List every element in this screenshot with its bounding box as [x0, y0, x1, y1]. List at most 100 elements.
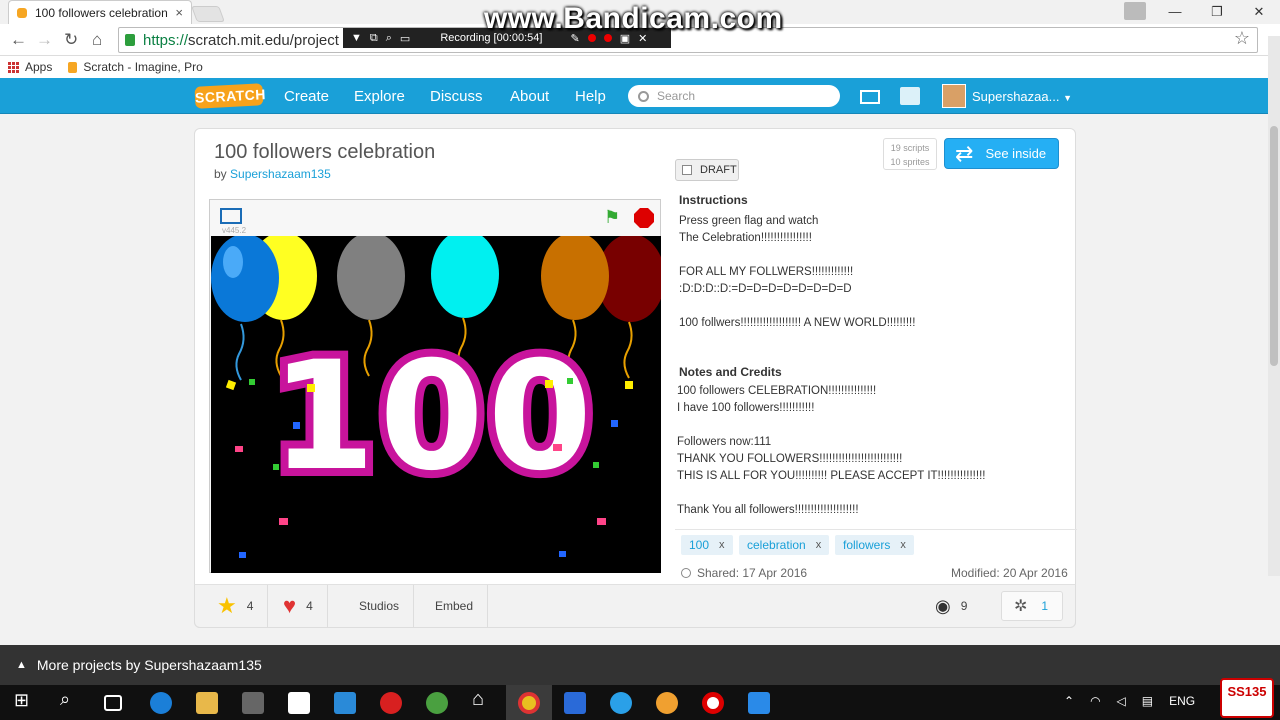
window-controls: — ❐ ✕: [1154, 0, 1280, 24]
project-counts: 19 scripts 10 sprites: [883, 138, 937, 170]
home-app-icon[interactable]: ⌂: [472, 688, 494, 710]
stage-scene: 100: [211, 230, 665, 558]
bookmark-scratch[interactable]: Scratch - Imagine, Pro: [68, 60, 203, 74]
author-link[interactable]: Supershazaam135: [230, 167, 331, 181]
volume-icon[interactable]: ◁: [1117, 694, 1126, 708]
tag-celebration[interactable]: celebration x: [739, 535, 830, 555]
scrollbar-thumb[interactable]: [1270, 126, 1278, 366]
tab-close-icon[interactable]: ×: [175, 5, 183, 20]
recorder-app-icon[interactable]: [702, 692, 724, 714]
see-inside-button[interactable]: ⇄ See inside: [944, 138, 1059, 169]
checkbox-icon: [682, 165, 692, 175]
nav-help[interactable]: Help: [575, 88, 606, 105]
balloon-maroon: [597, 234, 665, 379]
my-stuff-icon[interactable]: [900, 87, 920, 105]
maximize-icon[interactable]: ❐: [1196, 0, 1238, 24]
project-panel: 100 followers celebration by Supershazaa…: [194, 128, 1077, 628]
messages-icon[interactable]: [860, 90, 880, 104]
download-app-icon[interactable]: [748, 692, 770, 714]
reload-icon[interactable]: ↻: [64, 30, 78, 50]
channel-logo-badge: SS135: [1220, 678, 1274, 718]
avatar[interactable]: [942, 84, 966, 108]
search-icon[interactable]: ⌕: [60, 689, 82, 711]
nav-create[interactable]: Create: [284, 88, 329, 105]
bandicam-watermark: www.Bandicam.com: [484, 2, 783, 35]
stop-sign-icon[interactable]: [634, 208, 654, 228]
url-path: scratch.mit.edu/project: [188, 31, 339, 49]
love-button[interactable]: ♥ 4: [269, 585, 328, 627]
nav-explore[interactable]: Explore: [354, 88, 405, 105]
chrome-icon[interactable]: [518, 692, 540, 714]
scratch-navbar: SCRATCH Create Explore Discuss About Hel…: [0, 78, 1280, 114]
player-version: v445.2: [222, 226, 247, 235]
project-stage[interactable]: 100: [211, 230, 665, 573]
utorrent-icon[interactable]: [426, 692, 448, 714]
tag-remove-icon[interactable]: x: [719, 539, 725, 551]
home-icon[interactable]: ⌂: [92, 30, 102, 50]
favorite-button[interactable]: ★ 4: [203, 585, 269, 627]
task-view-icon[interactable]: [104, 695, 122, 711]
windows-taskbar: ⊞ ⌕ ⌂ ⌃ ◠ ◁ ▤ ENG: [0, 685, 1280, 720]
more-projects-bar[interactable]: ▲ More projects by Supershazaam135: [0, 645, 1280, 685]
windows-start-icon[interactable]: ⊞: [14, 690, 36, 712]
expand-up-icon: ▲: [16, 659, 27, 671]
tab-title: 100 followers celebration: [35, 5, 168, 20]
bookmark-star-icon[interactable]: ☆: [1234, 28, 1250, 49]
action-center-icon[interactable]: ▤: [1142, 694, 1153, 708]
scratch-favicon-icon: [68, 62, 78, 74]
nav-discuss[interactable]: Discuss: [430, 88, 483, 105]
chevron-down-icon: ▼: [1063, 93, 1072, 103]
instructions-heading: Instructions: [679, 193, 748, 207]
forward-arrow-icon[interactable]: →: [36, 30, 53, 50]
notepad-icon[interactable]: [288, 692, 310, 714]
remix-tree-icon: ✲: [1014, 598, 1028, 615]
draft-checkbox[interactable]: DRAFT: [675, 159, 739, 181]
tag-100[interactable]: 100 x: [681, 535, 733, 555]
clock-icon: [681, 568, 691, 578]
tag-followers[interactable]: followers x: [835, 535, 914, 555]
browser-tab[interactable]: 100 followers celebration ×: [8, 0, 192, 24]
embed-button[interactable]: Embed: [421, 585, 489, 627]
page-scrollbar[interactable]: [1268, 36, 1280, 576]
opera-icon[interactable]: [380, 692, 402, 714]
recorder-region-icon[interactable]: ▭: [400, 32, 410, 45]
apps-grid-icon: [8, 62, 19, 74]
close-window-icon[interactable]: ✕: [1238, 0, 1280, 24]
studios-button[interactable]: Studios: [345, 585, 415, 627]
instructions-text: Press green flag and watch The Celebrati…: [679, 215, 916, 329]
back-arrow-icon[interactable]: ←: [10, 30, 27, 50]
fullscreen-icon[interactable]: [220, 208, 242, 224]
monitor-app-icon[interactable]: [334, 692, 356, 714]
tag-remove-icon[interactable]: x: [816, 539, 822, 551]
recorder-menu-icon[interactable]: ▼: [351, 32, 362, 44]
tray-chevron-icon[interactable]: ⌃: [1064, 694, 1074, 708]
recorder-window-icon[interactable]: ⧉: [370, 32, 378, 45]
minimize-icon[interactable]: —: [1154, 0, 1196, 24]
scratch-app-icon[interactable]: [656, 692, 678, 714]
nav-about[interactable]: About: [510, 88, 549, 105]
account-menu[interactable]: Supershazaa... ▼: [972, 89, 1072, 104]
tag-remove-icon[interactable]: x: [900, 539, 906, 551]
browser-profile-icon[interactable]: [1124, 2, 1146, 20]
skype-icon[interactable]: [610, 692, 632, 714]
wifi-icon[interactable]: ◠: [1090, 694, 1100, 708]
remixes-button[interactable]: ✲ 1: [1001, 591, 1063, 621]
green-flag-icon[interactable]: ⚑: [604, 208, 620, 226]
search-input[interactable]: Search: [628, 85, 840, 107]
scratch-favicon-icon: [17, 7, 27, 18]
bookmarks-bar: Apps Scratch - Imagine, Pro: [0, 56, 1280, 78]
language-indicator[interactable]: ENG: [1169, 694, 1195, 708]
project-title: 100 followers celebration: [214, 141, 436, 163]
store-icon[interactable]: [242, 692, 264, 714]
recorder-zoom-icon[interactable]: ⌕: [386, 32, 392, 45]
new-tab-button[interactable]: [191, 6, 225, 22]
scratch-logo[interactable]: SCRATCH: [194, 83, 266, 109]
sprites-count: 10 sprites: [890, 157, 930, 167]
file-explorer-icon[interactable]: [196, 692, 218, 714]
secure-lock-icon: [125, 34, 135, 46]
bookmark-apps[interactable]: Apps: [8, 60, 52, 74]
remix-arrows-icon: ⇄: [955, 140, 974, 166]
edge-icon[interactable]: [150, 692, 172, 714]
remote-app-icon[interactable]: [564, 692, 586, 714]
shared-date: Shared: 17 Apr 2016: [681, 566, 807, 580]
